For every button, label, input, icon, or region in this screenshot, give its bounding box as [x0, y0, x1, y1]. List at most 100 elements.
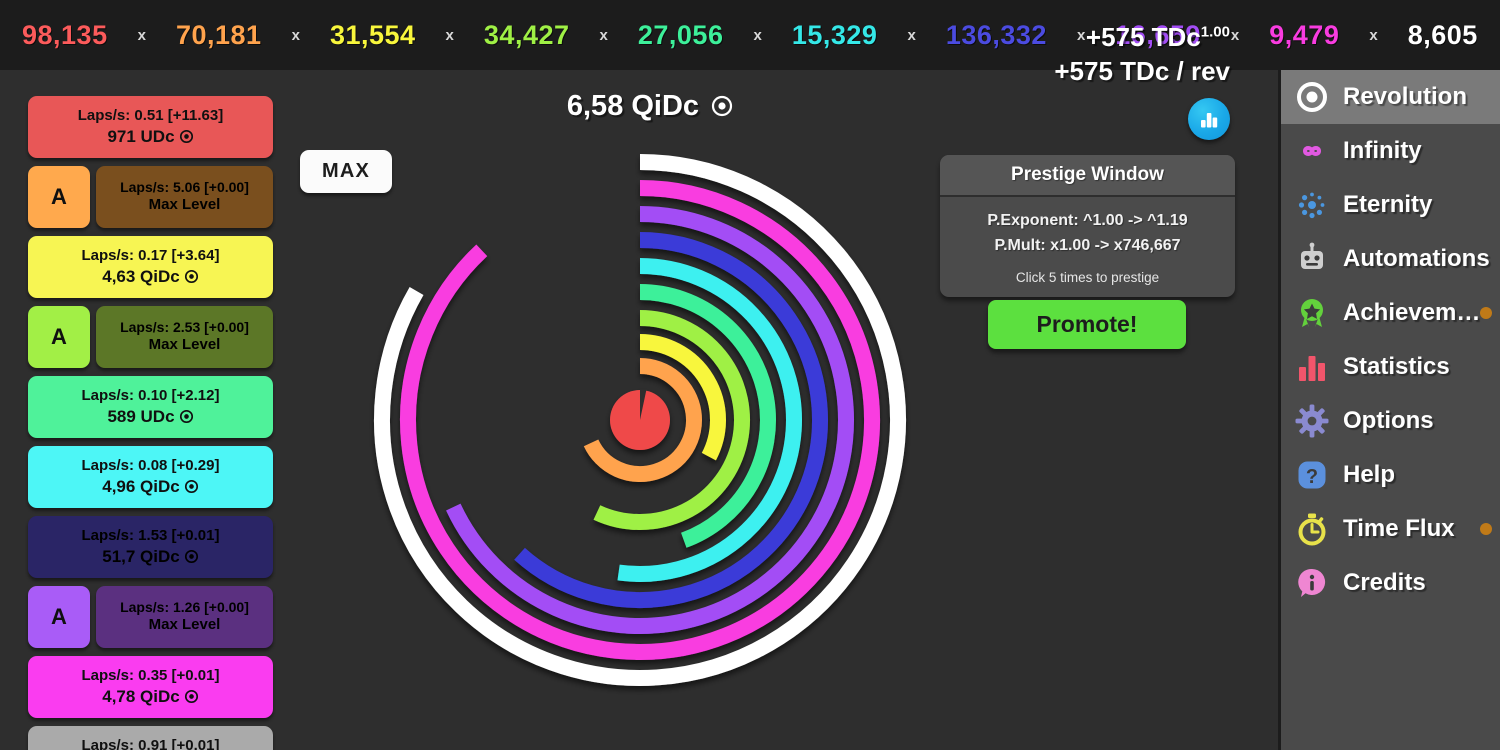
- multiplier-separator: x: [445, 26, 454, 44]
- multiplier-bar: 98,135 x 70,181 x 31,554 x 34,427 x 27,056 x 15,32…: [0, 0, 1500, 70]
- upgrade-button-7[interactable]: Laps/s: 1.26 [+0.00] Max Level: [96, 586, 273, 648]
- upgrade-cost-label: 589 UDc: [107, 406, 193, 427]
- eternity-dots-icon: [1298, 192, 1325, 219]
- upgrade-cost-value: 51,7 QiDc: [102, 546, 180, 566]
- upgrade-rate-label: Laps/s: 0.91 [+0.01]: [81, 737, 220, 750]
- main-currency-value: 6,58 QiDc: [566, 90, 700, 122]
- upgrade-button-3[interactable]: Laps/s: 2.53 [+0.00] Max Level: [96, 306, 273, 368]
- prestige-window-body: P.Exponent: ^1.00 -> ^1.19 P.Mult: x1.00…: [940, 197, 1235, 297]
- sidebar-item-label: Options: [1343, 407, 1434, 434]
- sidebar-item-label: Revolution: [1343, 83, 1467, 110]
- spiral-center-disc[interactable]: [610, 389, 670, 450]
- sidebar-item-statistics[interactable]: Statistics: [1281, 340, 1500, 394]
- upgrade-row: A Laps/s: 5.06 [+0.00] Max Level: [28, 166, 300, 228]
- upgrade-button-5[interactable]: Laps/s: 0.08 [+0.29] 4,96 QiDc: [28, 446, 273, 508]
- multiplier-value: 31,554: [329, 19, 416, 50]
- upgrade-rate-label: Laps/s: 1.26 [+0.00]: [120, 598, 249, 615]
- multiplier-value: 15,329: [791, 19, 878, 50]
- revolution-spiral[interactable]: [350, 130, 930, 710]
- automation-label: A: [51, 604, 67, 629]
- tdc-gain-value: +575 TDc: [1085, 22, 1201, 52]
- prestige-window-title: Prestige Window: [940, 155, 1235, 197]
- upgrade-button-9[interactable]: Laps/s: 0.91 [+0.01]241 QiDc: [28, 726, 273, 750]
- sidebar-item-label: Achievem…: [1343, 299, 1481, 326]
- prestige-panel: +575 TDc1.00 +575 TDc / rev Prestige Win…: [930, 0, 1275, 680]
- spiral-rings-svg[interactable]: [350, 130, 930, 710]
- sidebar-item-options[interactable]: Options: [1281, 394, 1500, 448]
- upgrade-row: Laps/s: 0.10 [+2.12] 589 UDc: [28, 376, 300, 438]
- sidebar-item-credits[interactable]: Credits: [1281, 556, 1500, 610]
- sidebar-item-label: Eternity: [1343, 191, 1433, 218]
- upgrade-cost-label: Max Level: [148, 616, 221, 634]
- upgrade-row: Laps/s: 0.35 [+0.01] 4,78 QiDc: [28, 656, 300, 718]
- upgrade-list: Laps/s: 0.51 [+11.63] 971 UDc A Laps/s: 5.0…: [0, 70, 300, 750]
- notification-dot: [1480, 307, 1492, 319]
- target-dot-icon: [184, 549, 198, 563]
- promote-button[interactable]: Promote!: [988, 300, 1186, 349]
- multiplier-value: 8,605: [1407, 19, 1478, 50]
- upgrade-button-8[interactable]: Laps/s: 0.35 [+0.01] 4,78 QiDc: [28, 656, 273, 718]
- upgrade-button-6[interactable]: Laps/s: 1.53 [+0.01] 51,7 QiDc: [28, 516, 273, 578]
- prestige-exponent-line: P.Exponent: ^1.00 -> ^1.19: [987, 212, 1188, 229]
- game-root: 98,135 x 70,181 x 31,554 x 34,427 x 27,056 x 15,32…: [0, 0, 1500, 750]
- stopwatch-icon: [1298, 513, 1326, 546]
- automation-label: A: [51, 184, 67, 209]
- upgrade-row: A Laps/s: 2.53 [+0.00] Max Level: [28, 306, 300, 368]
- automation-toggle-3[interactable]: A: [28, 306, 90, 368]
- upgrade-rate-label: Laps/s: 0.51 [+11.63]: [77, 107, 224, 124]
- svg-text:?: ?: [1306, 466, 1318, 488]
- sidebar-item-eternity[interactable]: Eternity: [1281, 178, 1500, 232]
- sidebar-item-label: Help: [1343, 461, 1396, 488]
- multiplier-value: 27,056: [637, 19, 724, 50]
- upgrade-rate-label: Laps/s: 0.35 [+0.01]: [81, 667, 220, 684]
- sidebar-item-label: Statistics: [1343, 353, 1450, 380]
- upgrade-row: Laps/s: 0.51 [+11.63] 971 UDc: [28, 96, 300, 158]
- upgrade-button-0[interactable]: Laps/s: 0.51 [+11.63] 971 UDc: [28, 96, 273, 158]
- sidebar-item-label: Credits: [1343, 569, 1426, 596]
- sidebar-item-label: Time Flux: [1343, 515, 1455, 542]
- tdc-per-rev-line: +575 TDc / rev: [1054, 56, 1230, 86]
- target-dot-icon: [184, 269, 198, 283]
- info-icon: [1298, 568, 1326, 597]
- multiplier-separator: x: [753, 26, 762, 44]
- sidebar-item-timeflux[interactable]: Time Flux: [1281, 502, 1500, 556]
- sidebar-item-infinity[interactable]: Infinity: [1281, 124, 1500, 178]
- notification-dot: [1480, 523, 1492, 535]
- upgrade-row: Laps/s: 0.91 [+0.01]241 QiDc: [28, 726, 300, 750]
- sidebar-item-help[interactable]: ? Help: [1281, 448, 1500, 502]
- upgrade-rate-label: Laps/s: 0.08 [+0.29]: [81, 457, 220, 474]
- bar-chart-icon: [1299, 356, 1325, 381]
- upgrade-button-1[interactable]: Laps/s: 5.06 [+0.00] Max Level: [96, 166, 273, 228]
- upgrade-cost-label: 4,78 QiDc: [102, 686, 199, 707]
- automation-toggle-7[interactable]: A: [28, 586, 90, 648]
- upgrade-cost-value: 971 UDc: [107, 126, 175, 146]
- tdc-exponent: 1.00: [1200, 23, 1230, 41]
- multiplier-value: 70,181: [175, 19, 262, 50]
- upgrade-row: Laps/s: 1.53 [+0.01] 51,7 QiDc: [28, 516, 300, 578]
- target-dot-icon: [184, 689, 198, 703]
- upgrade-row: Laps/s: 0.17 [+3.64] 4,63 QiDc: [28, 236, 300, 298]
- infinity-icon: [1302, 146, 1322, 156]
- upgrade-cost-label: Max Level: [148, 196, 221, 214]
- upgrade-rate-label: Laps/s: 0.17 [+3.64]: [81, 247, 220, 264]
- automation-toggle-1[interactable]: A: [28, 166, 90, 228]
- question-icon: ?: [1298, 461, 1326, 489]
- multiplier-separator: x: [137, 26, 146, 44]
- multiplier-value: 98,135: [22, 19, 108, 50]
- sidebar-item-automations[interactable]: Automations: [1281, 232, 1500, 286]
- prestige-mult-line: P.Mult: x1.00 -> x746,667: [994, 236, 1181, 254]
- robot-icon: [1301, 242, 1323, 269]
- target-dot-icon: [184, 479, 198, 493]
- sidebar-item-revolution[interactable]: Revolution: [1281, 70, 1500, 124]
- target-dot-icon: [712, 95, 733, 117]
- upgrade-cost-label: 4,96 QiDc: [102, 476, 199, 497]
- sidebar-item-achievem[interactable]: Achievem…: [1281, 286, 1500, 340]
- upgrade-cost-label: 971 UDc: [107, 126, 193, 147]
- upgrade-button-2[interactable]: Laps/s: 0.17 [+3.64] 4,63 QiDc: [28, 236, 273, 298]
- statistics-bubble-button[interactable]: [1188, 98, 1230, 140]
- sidebar-item-label: Infinity: [1343, 137, 1422, 164]
- achievement-medal-icon: [1301, 299, 1323, 327]
- upgrade-button-4[interactable]: Laps/s: 0.10 [+2.12] 589 UDc: [28, 376, 273, 438]
- upgrade-rate-label: Laps/s: 2.53 [+0.00]: [120, 318, 249, 335]
- main-menu-sidebar: Revolution Infinity Eternity Automations Ach…: [1278, 70, 1500, 750]
